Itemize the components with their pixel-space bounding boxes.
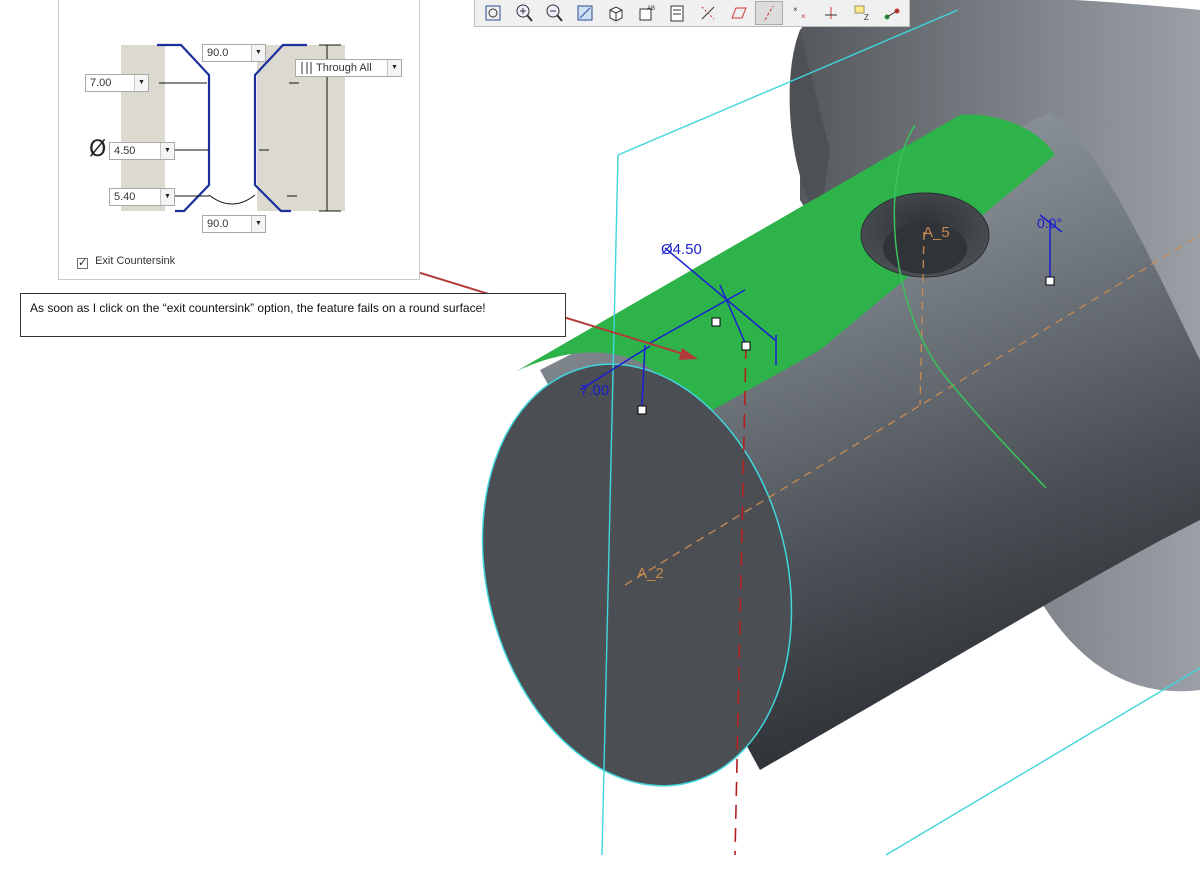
depth-option-value: Through All	[316, 62, 372, 74]
zoom-in-icon	[516, 4, 533, 22]
top-angle-field[interactable]: 90.0 ▼	[202, 44, 266, 62]
exit-countersink-option[interactable]: ✓ Exit Countersink	[77, 255, 175, 269]
point-display-button[interactable]: × ×	[786, 1, 814, 25]
saved-orientations-icon: AB	[639, 6, 655, 21]
axis-display-icon	[764, 5, 774, 21]
bottom-angle-field[interactable]: 90.0 ▼	[202, 215, 266, 233]
plane-display-button[interactable]	[725, 1, 753, 25]
diameter-handle	[741, 341, 751, 351]
hole-diameter-value: 4.50	[114, 145, 136, 157]
display-style-button[interactable]	[602, 1, 630, 25]
display-style-icon	[609, 6, 623, 22]
placement-handle	[711, 317, 721, 327]
repaint-icon	[577, 5, 593, 21]
zoom-out-button[interactable]	[540, 1, 568, 25]
bottom-angle-value: 90.0	[207, 218, 229, 230]
svg-text:×: ×	[801, 12, 806, 21]
bottom-diameter-field[interactable]: 5.40 ▼	[109, 188, 175, 206]
diameter-symbol-icon: Ø	[89, 137, 107, 162]
bottom-diameter-value: 5.40	[114, 191, 136, 203]
chevron-down-icon[interactable]: ▼	[251, 216, 265, 232]
csys-display-button[interactable]	[817, 1, 845, 25]
top-diameter-value: 7.00	[90, 77, 112, 89]
annotation-display-button[interactable]: Z	[848, 1, 876, 25]
chevron-down-icon[interactable]: ▼	[160, 189, 174, 205]
through-all-icon	[301, 62, 312, 74]
offset-dimension[interactable]: 7.00	[580, 382, 609, 399]
view-toolbar: AB × × Z	[474, 0, 910, 27]
axis-label-a2: A_2	[637, 565, 664, 582]
saved-orientations-button[interactable]: AB	[633, 1, 661, 25]
repaint-button[interactable]	[571, 1, 599, 25]
point-display-icon: ××	[793, 5, 806, 21]
svg-text:Z: Z	[864, 13, 869, 22]
view-manager-button[interactable]	[663, 1, 691, 25]
view-manager-icon	[670, 5, 684, 22]
zoom-in-button[interactable]	[510, 1, 538, 25]
svg-text:AB: AB	[647, 6, 655, 12]
zoom-out-icon	[546, 4, 564, 22]
annotation-display-icon: Z	[854, 5, 869, 22]
hole-profile-diagram	[121, 43, 345, 213]
refit-button[interactable]	[479, 1, 507, 25]
csys-display-icon	[824, 7, 837, 19]
top-diameter-field[interactable]: 7.00 ▼	[85, 74, 149, 92]
chevron-down-icon[interactable]: ▼	[160, 143, 174, 159]
depth-option-select[interactable]: Through All ▼	[295, 59, 402, 77]
svg-text:×: ×	[793, 5, 798, 14]
reference-handle-2	[1045, 276, 1055, 286]
diameter-dimension[interactable]: Ø4.50	[661, 241, 702, 258]
top-angle-value: 90.0	[207, 47, 229, 59]
chevron-down-icon[interactable]: ▼	[134, 75, 148, 91]
exit-countersink-label: Exit Countersink	[95, 255, 176, 267]
spin-center-button[interactable]	[878, 1, 906, 25]
axis-display-button[interactable]	[755, 1, 784, 25]
annotation-callout: As soon as I click on the “exit counters…	[20, 293, 566, 337]
hole-shape-panel: 90.0 ▼ 7.00 ▼ Ø 4.50 ▼ 5.40 ▼ 90.0 ▼ Thr…	[58, 0, 420, 280]
axis-label-a5: A_5	[923, 224, 950, 241]
shaft-body	[481, 112, 1200, 787]
exit-countersink-checkbox[interactable]: ✓	[77, 258, 88, 269]
spin-center-icon	[884, 8, 900, 20]
reference-handle-1	[637, 405, 647, 415]
chevron-down-icon[interactable]: ▼	[387, 60, 401, 76]
plane-display-icon	[730, 7, 747, 19]
angle-dimension[interactable]: 0.0°	[1037, 215, 1062, 231]
hole-diameter-field[interactable]: 4.50 ▼	[109, 142, 175, 160]
datum-display-icon	[701, 6, 715, 20]
refit-icon	[485, 5, 501, 21]
datum-display-button[interactable]	[694, 1, 722, 25]
chevron-down-icon[interactable]: ▼	[251, 45, 265, 61]
